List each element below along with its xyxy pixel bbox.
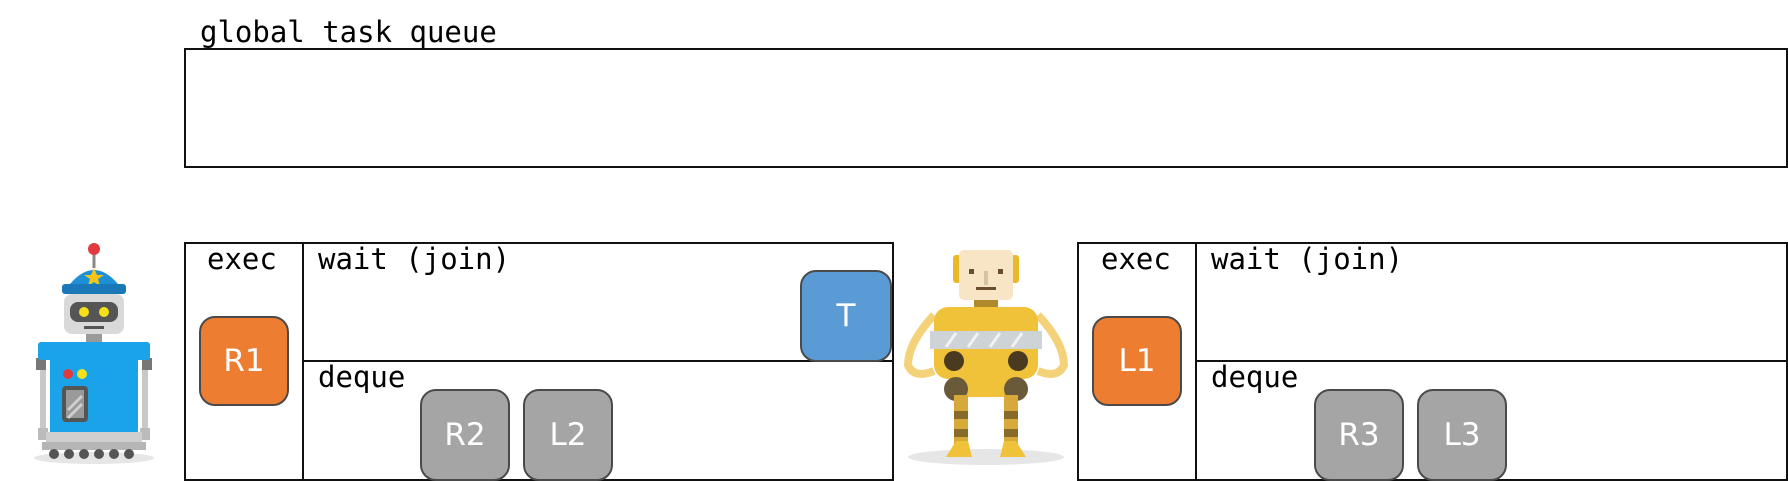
worker-2-exec-label: exec (1101, 242, 1171, 276)
global-task-queue (184, 48, 1788, 168)
worker-1-wait-label: wait (join) (318, 242, 511, 276)
worker-1-exec-task: R1 (199, 316, 289, 406)
global-queue-title: global task queue (200, 15, 497, 49)
worker-2-deque-label: deque (1211, 360, 1299, 394)
worker-2-exec-task: L1 (1092, 316, 1182, 406)
blue-robot-icon (34, 243, 154, 464)
yellow-robot-icon (903, 250, 1069, 465)
worker-2-deque-task: L3 (1417, 389, 1507, 481)
worker-1-deque-task: R2 (420, 389, 510, 481)
worker-1-deque-label: deque (318, 360, 406, 394)
worker-2-wait-label: wait (join) (1211, 242, 1404, 276)
worker-1-wait-task: T (800, 270, 892, 362)
worker-1-deque-task: L2 (523, 389, 613, 481)
worker-2-deque-task: R3 (1314, 389, 1404, 481)
worker-1-exec-label: exec (207, 242, 277, 276)
